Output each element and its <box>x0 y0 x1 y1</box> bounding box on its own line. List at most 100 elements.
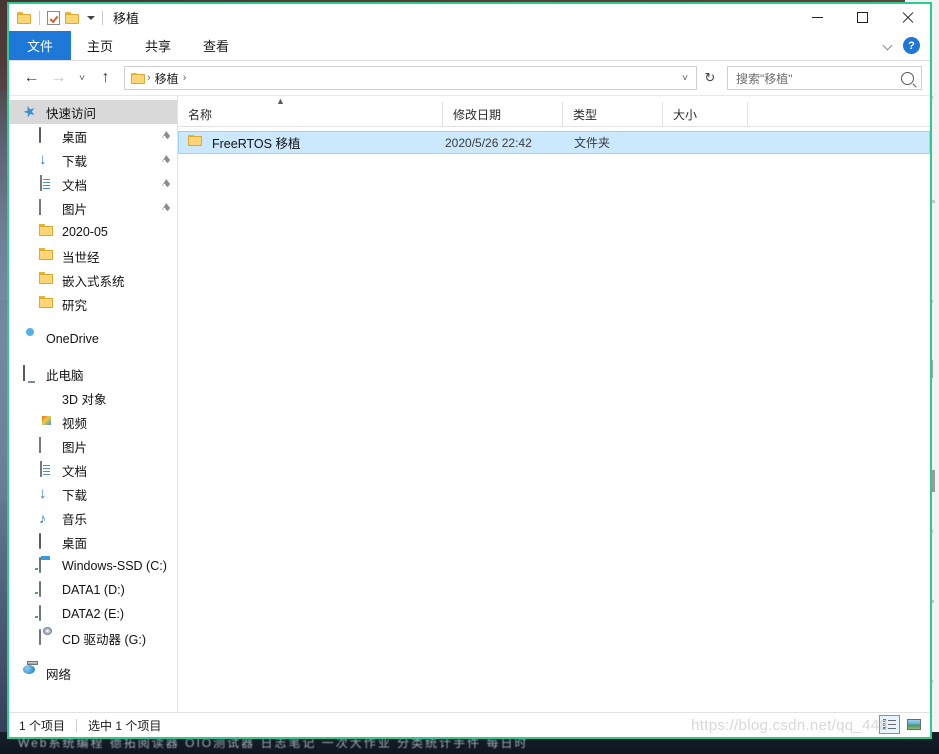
selection-count-label: 选中 1 个项目 <box>88 718 162 733</box>
up-button[interactable]: ↑ <box>93 66 118 91</box>
minimize-icon <box>812 17 823 18</box>
sidebar-item-embedded-systems[interactable]: 嵌入式系统 <box>9 268 177 292</box>
recent-locations-button[interactable]: ˅ <box>73 66 91 91</box>
column-header-name[interactable]: 名称 ▲ <box>178 97 443 126</box>
sidebar-item-music[interactable]: ♪ 音乐 <box>9 506 177 530</box>
window-title: 移植 <box>113 11 140 26</box>
pin-icon[interactable]: ⚑ <box>158 176 174 192</box>
sidebar-item-label: 嵌入式系统 <box>62 274 125 289</box>
sidebar-item-network[interactable]: 网络 <box>9 661 177 685</box>
new-folder-icon[interactable] <box>65 11 80 24</box>
address-bar[interactable]: › 移植 › ˅ <box>124 66 697 90</box>
sidebar-item-label: 桌面 <box>62 536 88 551</box>
sidebar-item-3d-objects[interactable]: 3D 对象 <box>9 386 177 410</box>
sort-ascending-icon: ▲ <box>276 96 285 106</box>
hard-drive-icon <box>39 581 55 598</box>
help-icon[interactable]: ? <box>903 37 920 54</box>
folder-icon <box>39 224 55 240</box>
close-button[interactable] <box>885 4 930 31</box>
sidebar-item-desktop[interactable]: 桌面 ⚑ <box>9 124 177 148</box>
forward-button[interactable]: → <box>46 66 71 91</box>
status-bar: 1 个项目 选中 1 个项目 https://blog.csdn.net/qq_… <box>9 712 930 737</box>
sidebar-item-label: 3D 对象 <box>62 392 107 407</box>
sidebar-item-videos[interactable]: 视频 <box>9 410 177 434</box>
search-icon[interactable] <box>901 71 914 85</box>
sidebar-item-desktop-pc[interactable]: 桌面 <box>9 530 177 554</box>
sidebar-item-downloads[interactable]: ↓ 下载 ⚑ <box>9 148 177 172</box>
sidebar-item-downloads-pc[interactable]: ↓ 下载 <box>9 482 177 506</box>
thumbnails-view-icon <box>906 719 921 730</box>
tab-home[interactable]: 主页 <box>71 31 129 60</box>
sidebar-item-label: 当世经 <box>62 250 100 265</box>
column-header-label: 名称 <box>188 107 213 122</box>
window-controls <box>795 4 930 31</box>
close-icon <box>901 11 914 24</box>
details-view-icon <box>883 719 896 730</box>
breadcrumb-item-current[interactable]: 移植 <box>152 70 182 87</box>
sidebar-item-onedrive[interactable]: OneDrive <box>9 327 177 351</box>
refresh-button[interactable]: ↻ <box>699 66 721 90</box>
chevron-down-icon[interactable] <box>87 15 95 20</box>
sidebar-item-pictures-pc[interactable]: 图片 <box>9 434 177 458</box>
sidebar-item-data2-e[interactable]: DATA2 (E:) <box>9 602 177 626</box>
sidebar-item-documents-pc[interactable]: 文档 <box>9 458 177 482</box>
desktop-icon <box>39 533 55 550</box>
folder-icon <box>39 248 55 264</box>
back-button[interactable]: ← <box>19 66 44 91</box>
column-header-date-modified[interactable]: 修改日期 <box>443 102 563 126</box>
maximize-button[interactable] <box>840 4 885 31</box>
sidebar-item-label: 图片 <box>62 440 88 455</box>
sidebar-item-data1-d[interactable]: DATA1 (D:) <box>9 578 177 602</box>
sidebar-item-label: Windows-SSD (C:) <box>62 559 167 573</box>
sidebar-item-label: 图片 <box>62 202 88 217</box>
sidebar-item-dangshijing[interactable]: 当世经 <box>9 244 177 268</box>
explorer-body: ★ 快速访问 桌面 ⚑ ↓ 下载 ⚑ 文档 ⚑ 图片 ⚑ 2020-05 当世经… <box>9 96 930 712</box>
this-pc-icon <box>23 365 39 382</box>
sidebar-item-2020-05[interactable]: 2020-05 <box>9 220 177 244</box>
sidebar-item-label: 快速访问 <box>46 106 97 121</box>
column-header-size[interactable]: 大小 <box>663 102 748 126</box>
file-list[interactable]: FreeRTOS 移植 2020/5/26 22:42 文件夹 <box>178 127 930 712</box>
sidebar-item-quick-access[interactable]: ★ 快速访问 <box>9 100 177 124</box>
pin-icon[interactable]: ⚑ <box>158 200 174 216</box>
sidebar-item-documents[interactable]: 文档 ⚑ <box>9 172 177 196</box>
navigation-pane[interactable]: ★ 快速访问 桌面 ⚑ ↓ 下载 ⚑ 文档 ⚑ 图片 ⚑ 2020-05 当世经… <box>9 96 178 712</box>
pin-icon[interactable]: ⚑ <box>158 128 174 144</box>
tab-view[interactable]: 查看 <box>187 31 245 60</box>
sidebar-item-label: OneDrive <box>46 332 99 346</box>
view-mode-buttons <box>879 715 924 734</box>
properties-icon[interactable] <box>47 10 60 25</box>
sidebar-item-label: 音乐 <box>62 512 88 527</box>
folder-icon[interactable] <box>17 11 32 24</box>
sidebar-item-pictures[interactable]: 图片 ⚑ <box>9 196 177 220</box>
address-dropdown-chevron-down-icon[interactable]: ˅ <box>676 73 694 84</box>
breadcrumb-separator[interactable]: › <box>182 72 188 84</box>
desktop-icon <box>39 127 55 144</box>
thumbnails-view-button[interactable] <box>903 715 924 734</box>
tab-share[interactable]: 共享 <box>129 31 187 60</box>
sidebar-item-research[interactable]: 研究 <box>9 292 177 316</box>
sidebar-item-label: 文档 <box>62 178 88 193</box>
column-headers: 名称 ▲ 修改日期 类型 大小 <box>178 97 930 127</box>
ssd-drive-icon <box>39 557 55 574</box>
tab-file[interactable]: 文件 <box>9 31 72 60</box>
ribbon-right-controls: ? <box>884 31 924 60</box>
ribbon-tab-strip: 文件 主页 共享 查看 ? <box>9 31 930 61</box>
sidebar-item-label: 此电脑 <box>46 368 84 383</box>
sidebar-item-cd-drive-g[interactable]: CD 驱动器 (G:) <box>9 626 177 650</box>
sidebar-item-this-pc[interactable]: 此电脑 <box>9 362 177 386</box>
column-header-label: 类型 <box>573 107 598 122</box>
expand-ribbon-chevron-down-icon[interactable] <box>884 41 893 50</box>
address-bar-row: ← → ˅ ↑ › 移植 › ˅ ↻ 搜索"移植" <box>9 61 930 96</box>
minimize-button[interactable] <box>795 4 840 31</box>
table-row[interactable]: FreeRTOS 移植 2020/5/26 22:42 文件夹 <box>178 131 930 154</box>
sidebar-item-windows-ssd-c[interactable]: Windows-SSD (C:) <box>9 554 177 578</box>
file-date-cell: 2020/5/26 22:42 <box>445 135 532 150</box>
column-header-type[interactable]: 类型 <box>563 102 663 126</box>
network-icon <box>23 665 39 681</box>
search-input[interactable]: 搜索"移植" <box>727 66 922 90</box>
details-view-button[interactable] <box>879 715 900 734</box>
pin-icon[interactable]: ⚑ <box>158 152 174 168</box>
folder-icon <box>188 135 204 151</box>
